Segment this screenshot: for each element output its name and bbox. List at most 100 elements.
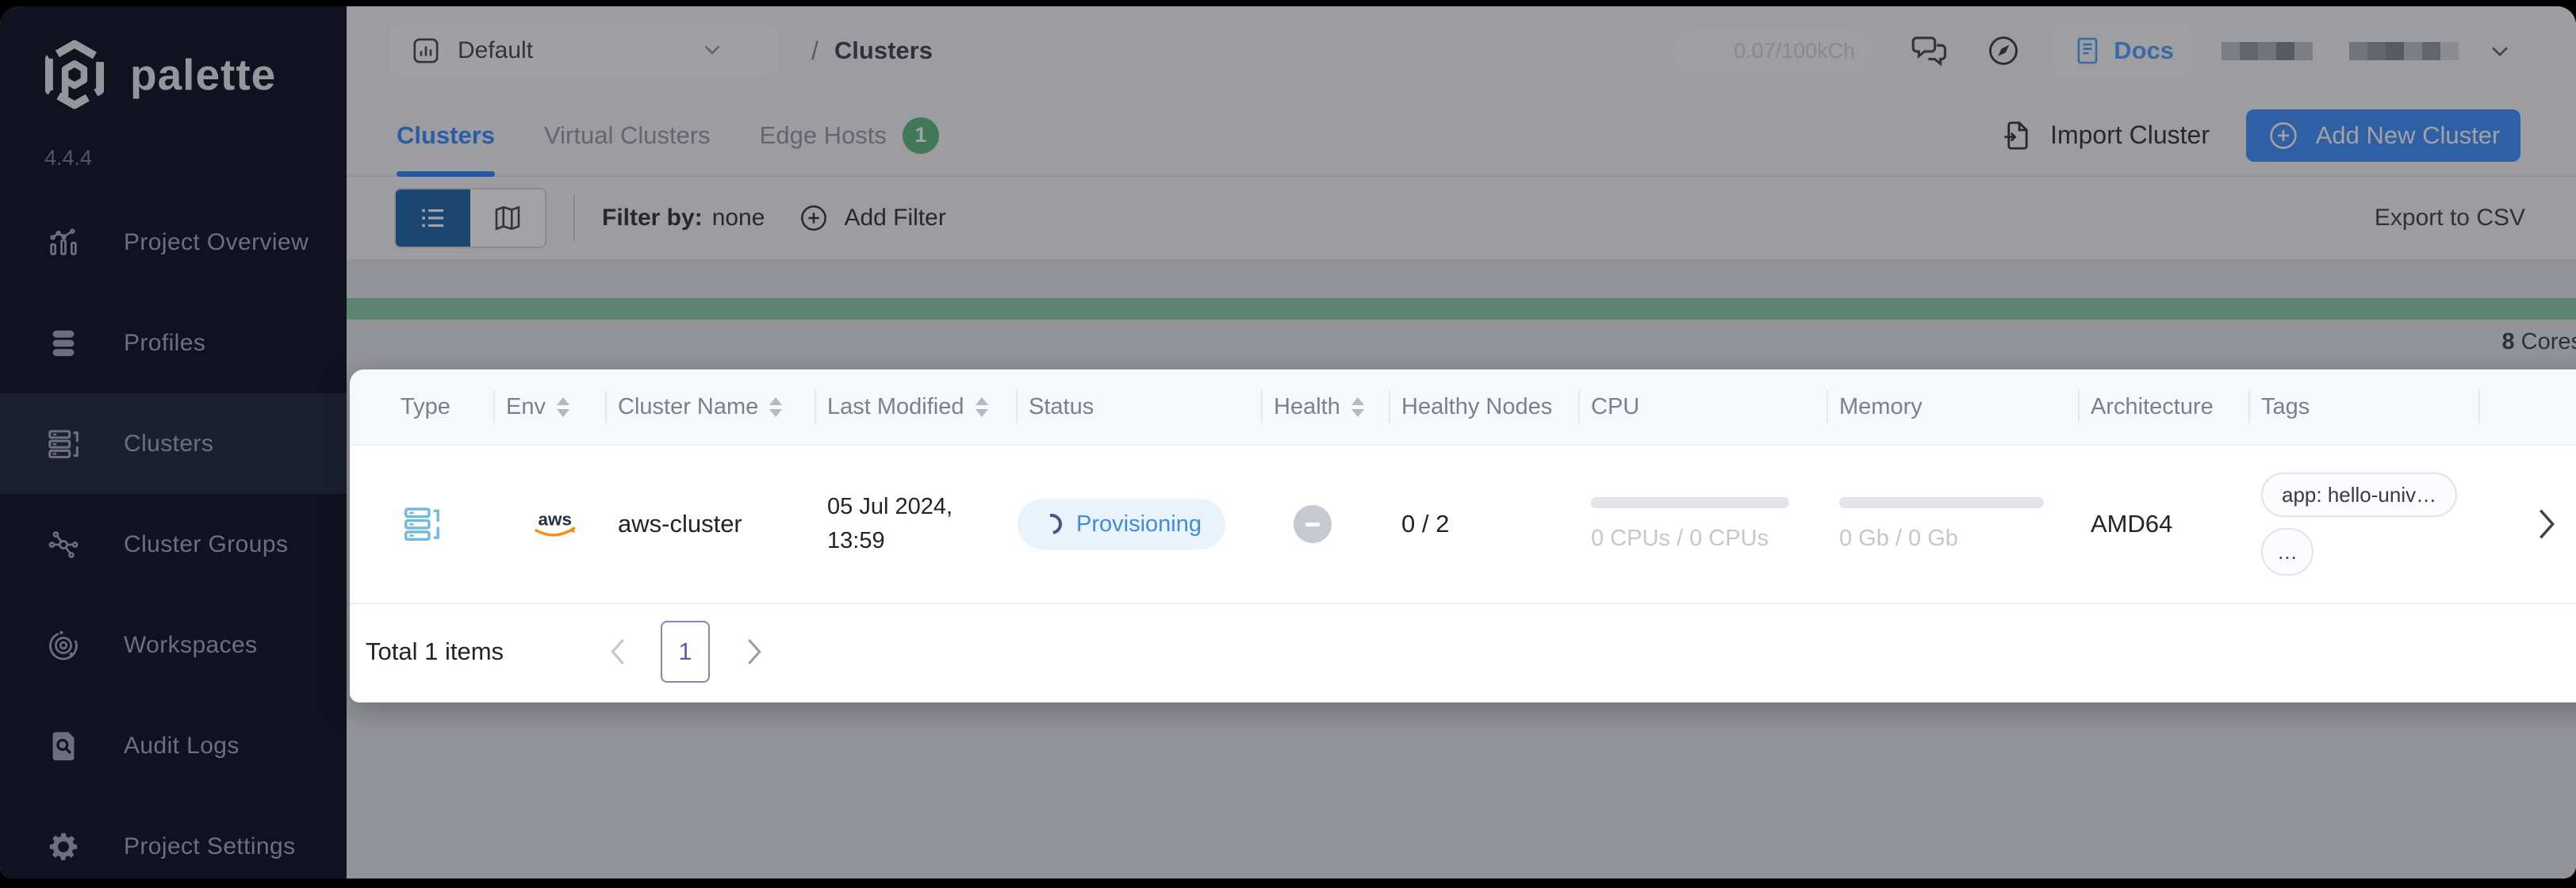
clusters-icon — [45, 426, 82, 462]
cores-usage-bar — [347, 298, 2576, 320]
memory-usage-bar — [1839, 496, 2044, 508]
usage-meter: 0.07/100kCh — [1673, 30, 1873, 71]
add-filter-button[interactable]: Add Filter — [798, 202, 946, 234]
sidebar-nav: Project Overview Profiles Clusters Clust… — [0, 192, 347, 878]
breadcrumb-separator: / — [811, 36, 818, 65]
column-header-healthy-nodes: Healthy Nodes — [1401, 369, 1591, 444]
spinner-icon — [1037, 509, 1067, 539]
topbar: Default / Clusters 0.07/100kCh Docs — [347, 6, 2576, 95]
health-cell — [1274, 505, 1401, 543]
column-label: Memory — [1839, 393, 1922, 419]
more-tags-badge[interactable]: … — [2261, 528, 2313, 576]
cluster-groups-icon — [45, 526, 82, 563]
filter-by-label: Filter by: — [602, 205, 703, 231]
sidebar-item-workspaces[interactable]: Workspaces — [0, 595, 347, 695]
map-view-icon — [495, 205, 520, 231]
chevron-left-icon — [611, 639, 624, 664]
tag-badge[interactable]: app: hello-univ… — [2261, 473, 2458, 517]
healthy-nodes-value: 0 / 2 — [1401, 510, 1450, 538]
app-version: 4.4.4 — [44, 146, 93, 170]
add-new-cluster-button[interactable]: Add New Cluster — [2246, 109, 2520, 162]
column-label: CPU — [1591, 393, 1640, 419]
profiles-icon — [45, 325, 82, 362]
palette-logo[interactable]: palette — [0, 6, 347, 111]
sidebar-item-audit-logs[interactable]: Audit Logs — [0, 695, 347, 796]
user-menu[interactable] — [2221, 27, 2459, 75]
sort-icon[interactable] — [769, 396, 783, 417]
chevron-right-icon — [2540, 509, 2555, 539]
column-header-type: Type — [350, 369, 506, 444]
list-view-icon — [422, 209, 444, 228]
column-header-tags: Tags — [2261, 369, 2491, 444]
palette-logo-icon — [44, 40, 105, 109]
column-label: Env — [506, 393, 546, 419]
sidebar-item-project-settings[interactable]: Project Settings — [0, 796, 347, 878]
export-to-csv-button[interactable]: Export to CSV — [2375, 205, 2525, 232]
page-number-button[interactable]: 1 — [661, 621, 711, 683]
chat-icon[interactable] — [1907, 29, 1950, 72]
tab-label: Clusters — [397, 121, 496, 149]
tab-label: Edge Hosts — [759, 121, 887, 149]
project-selector[interactable]: Default — [389, 26, 778, 75]
sidebar-item-label: Profiles — [124, 329, 206, 356]
pagination-total: Total 1 items — [366, 637, 504, 665]
sort-icon[interactable] — [1351, 396, 1364, 417]
column-header-env[interactable]: Env — [506, 369, 618, 444]
cluster-type-cell — [350, 503, 506, 545]
tags-cell: app: hello-univ… … — [2261, 473, 2491, 576]
sort-icon[interactable] — [556, 396, 569, 417]
status-cell: Provisioning — [1018, 499, 1274, 549]
sort-icon[interactable] — [975, 396, 988, 417]
sidebar-item-label: Project Settings — [124, 832, 296, 859]
project-overview-icon — [45, 224, 82, 261]
healthy-nodes-cell: 0 / 2 — [1401, 510, 1591, 538]
last-modified-date: 05 Jul 2024, — [827, 493, 953, 519]
column-label: Healthy Nodes — [1401, 393, 1553, 419]
sidebar: palette 4.4.4 Project Overview Profiles … — [0, 6, 347, 878]
project-icon — [413, 38, 439, 63]
user-menu-chevron-icon[interactable] — [2486, 36, 2514, 65]
cluster-name-cell[interactable]: aws-cluster — [618, 510, 827, 538]
column-header-memory: Memory — [1839, 369, 2091, 444]
map-view-button[interactable] — [470, 189, 545, 247]
cloud-env-cell: aws — [506, 503, 618, 545]
plus-circle-icon — [801, 205, 827, 231]
tabs-row: Clusters Virtual Clusters Edge Hosts 1 I… — [347, 95, 2576, 177]
column-header-cluster-name[interactable]: Cluster Name — [618, 369, 827, 444]
column-header-last-modified[interactable]: Last Modified — [827, 369, 1029, 444]
tab-virtual-clusters[interactable]: Virtual Clusters — [544, 95, 711, 175]
column-header-health[interactable]: Health — [1274, 369, 1401, 444]
column-label: Health — [1274, 393, 1340, 419]
project-settings-icon — [45, 829, 82, 865]
column-header-cpu: CPU — [1591, 369, 1839, 444]
list-view-button[interactable] — [396, 189, 470, 247]
import-icon — [2004, 121, 2028, 149]
audit-logs-icon — [45, 728, 82, 764]
sidebar-item-profiles[interactable]: Profiles — [0, 293, 347, 393]
table-row[interactable]: aws aws-cluster 05 Jul 2024, 13:59 Provi… — [350, 446, 2576, 604]
sidebar-item-label: Clusters — [124, 430, 214, 457]
column-label: Type — [401, 393, 450, 419]
sidebar-item-label: Audit Logs — [124, 732, 240, 759]
docs-label: Docs — [2114, 36, 2174, 64]
sidebar-item-label: Workspaces — [124, 631, 258, 658]
tab-clusters[interactable]: Clusters — [397, 95, 496, 177]
chevron-down-icon — [699, 36, 726, 67]
sidebar-item-cluster-groups[interactable]: Cluster Groups — [0, 494, 347, 595]
docs-link[interactable]: Docs — [2053, 26, 2193, 75]
sidebar-item-clusters[interactable]: Clusters — [0, 393, 347, 494]
prev-page-button[interactable] — [605, 636, 631, 668]
import-cluster-button[interactable]: Import Cluster — [2001, 119, 2210, 152]
cores-value: 8 — [2501, 329, 2515, 354]
row-detail-chevron[interactable] — [2491, 506, 2576, 542]
column-header-actions — [2491, 369, 2576, 444]
filter-row: Filter by: none Add Filter Export to CSV — [347, 177, 2576, 261]
compass-icon[interactable] — [1985, 33, 2022, 69]
status-badge: Provisioning — [1018, 499, 1225, 549]
next-page-button[interactable] — [742, 636, 767, 668]
tab-edge-hosts[interactable]: Edge Hosts 1 — [760, 95, 939, 175]
cores-summary: 8 Cores — [2501, 329, 2576, 355]
sidebar-item-label: Cluster Groups — [124, 530, 289, 557]
palette-app: palette 4.4.4 Project Overview Profiles … — [0, 6, 2576, 878]
sidebar-item-project-overview[interactable]: Project Overview — [0, 192, 347, 293]
